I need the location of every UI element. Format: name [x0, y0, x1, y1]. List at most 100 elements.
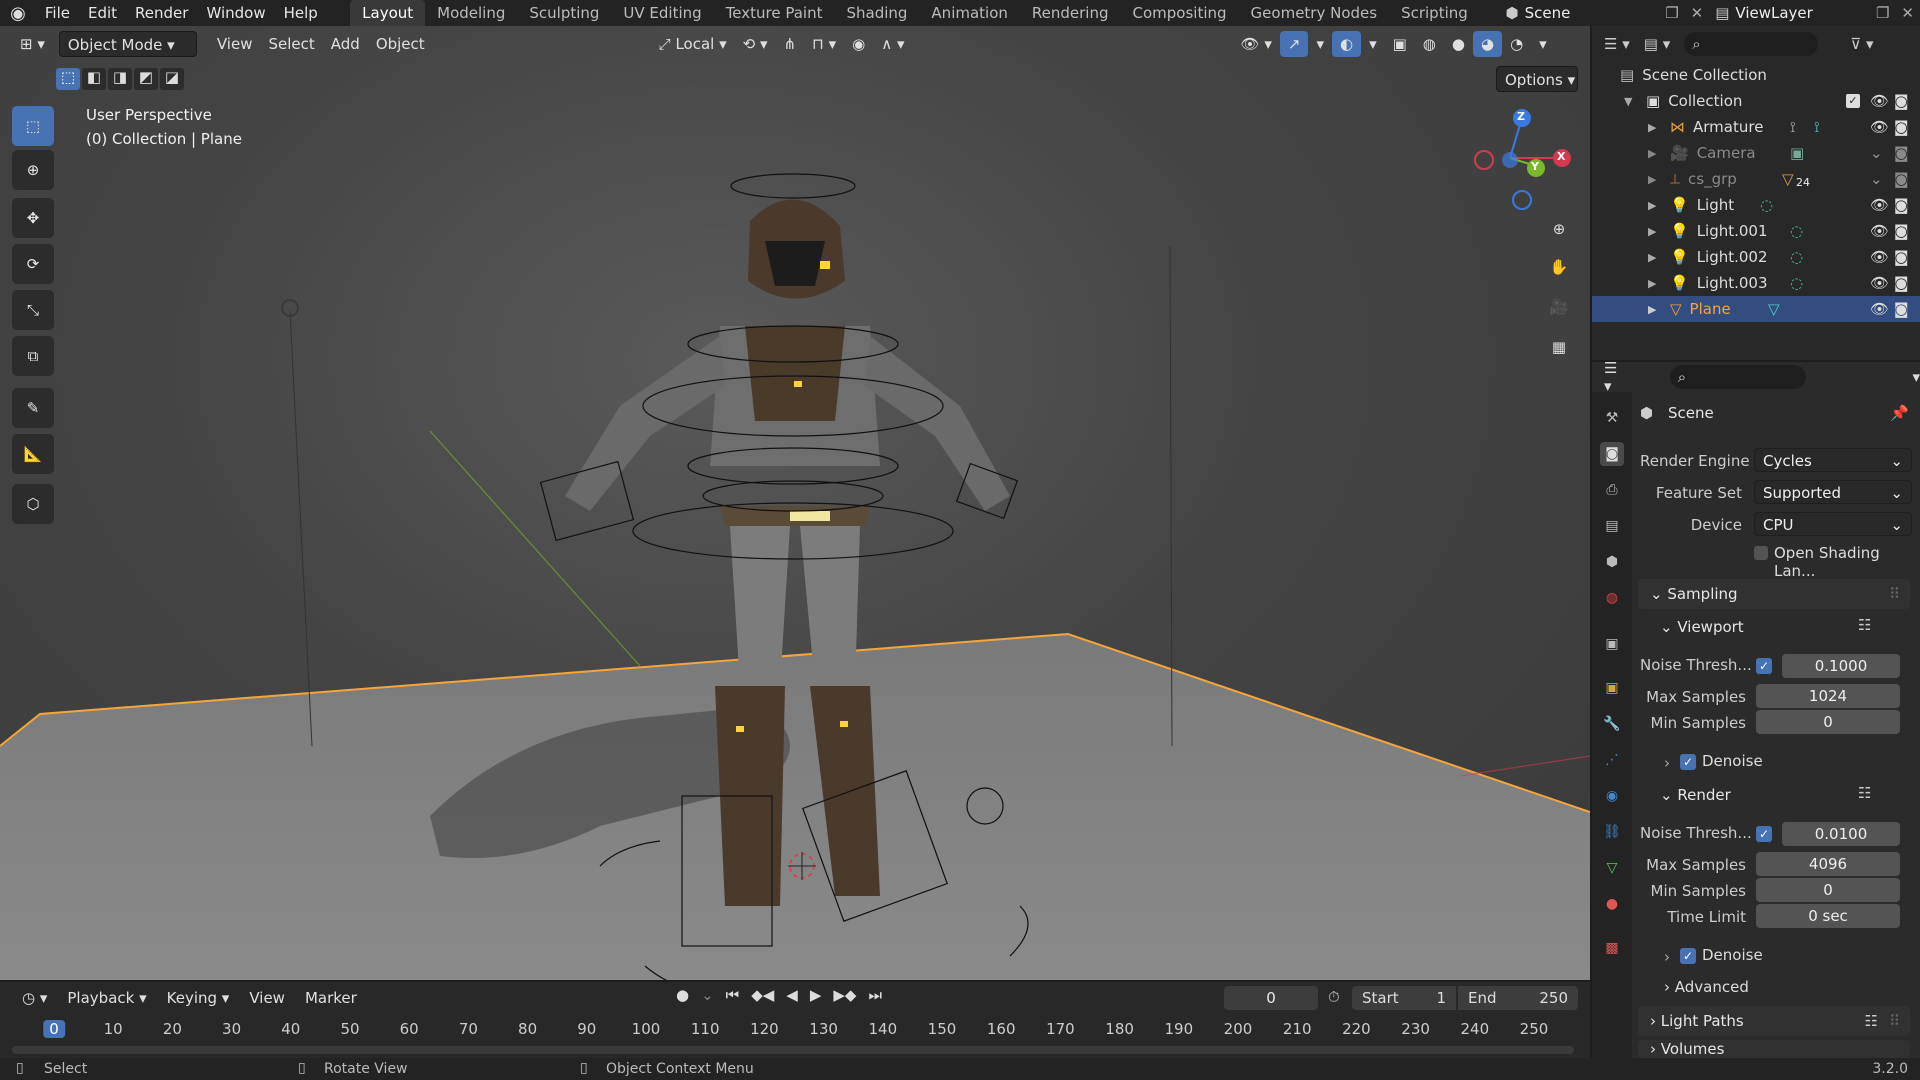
3d-viewport[interactable]: Z X Y User Perspective (0) Collection | … [0, 26, 1590, 980]
pin-icon[interactable]: 📌 [1890, 404, 1909, 422]
display-mode-icon[interactable]: ▤ ▾ [1644, 35, 1670, 53]
tab-shading[interactable]: Shading [834, 0, 919, 26]
add-cube-tool[interactable]: ⬡ [12, 484, 54, 524]
modifier-tab-icon[interactable]: 🔧 [1600, 712, 1624, 736]
render-icon[interactable]: ◙ [1894, 222, 1909, 240]
mode-selector[interactable]: Object Mode ▾ [58, 31, 197, 57]
shading-rendered-icon[interactable]: ◔ [1502, 31, 1531, 57]
gizmo-toggle-icon[interactable]: ↗ [1279, 31, 1309, 57]
vp-max-field[interactable]: 1024 [1756, 684, 1900, 708]
select-intersect-icon[interactable]: ◪ [160, 68, 184, 90]
texture-tab-icon[interactable]: ▩ [1600, 936, 1624, 960]
menu-file[interactable]: File [36, 4, 79, 22]
advanced-subpanel-header[interactable]: › Advanced [1664, 978, 1749, 996]
pivot-point-icon[interactable]: ⟲ ▾ [735, 31, 776, 57]
shading-solid-icon[interactable]: ● [1444, 31, 1473, 57]
vp-noise-field[interactable]: 0.1000 [1782, 654, 1900, 678]
vp-denoise-checkbox[interactable]: ✓ [1680, 754, 1696, 770]
particles-tab-icon[interactable]: ⋰ [1600, 748, 1624, 772]
expand-arrow-icon[interactable]: ▶ [1648, 277, 1662, 290]
render-icon[interactable]: ◙ [1894, 248, 1909, 266]
current-frame-field[interactable]: 0 [1224, 986, 1318, 1010]
tab-layout[interactable]: Layout [350, 0, 426, 26]
shading-wireframe-icon[interactable]: ◍ [1415, 31, 1444, 57]
scale-tool[interactable]: ⤡ [12, 290, 54, 330]
scene-tab-icon[interactable]: ⬢ [1600, 550, 1624, 574]
expand-arrow-icon[interactable]: ▶ [1648, 199, 1662, 212]
time-limit-field[interactable]: 0 sec [1756, 904, 1900, 928]
zoom-button[interactable]: ⊕ [1542, 212, 1576, 246]
chevron-right-icon[interactable]: › [1664, 948, 1670, 966]
outliner-item-plane[interactable]: ▶ ▽ Plane ▽ 👁 ◙ [1592, 296, 1920, 322]
transform-orientation-selector[interactable]: ⤢ Local ▾ [651, 31, 735, 57]
new-view-layer-icon[interactable]: ❐ [1870, 4, 1895, 22]
shading-material-icon[interactable]: ◕ [1472, 31, 1503, 57]
properties-editor-icon[interactable]: ☰ ▾ [1604, 359, 1628, 395]
play-reverse-icon[interactable]: ◀ [786, 986, 798, 1004]
rotate-tool[interactable]: ⟳ [12, 244, 54, 284]
render-engine-dropdown[interactable]: Cycles ⌄ [1754, 448, 1912, 472]
gizmo-z-label[interactable]: Z [1517, 110, 1525, 123]
eye-icon[interactable]: 👁 [1870, 248, 1889, 266]
collection-tab-icon[interactable]: ▣ [1600, 632, 1624, 656]
annotate-tool[interactable]: ✎ [12, 388, 54, 428]
tab-modeling[interactable]: Modeling [425, 0, 517, 26]
world-tab-icon[interactable]: ◍ [1600, 586, 1624, 610]
expand-arrow-icon[interactable]: ▶ [1648, 147, 1662, 160]
xray-icon[interactable]: ▣ [1385, 31, 1415, 57]
timeline-editor-icon[interactable]: ◷ ▾ [14, 985, 55, 1011]
physics-tab-icon[interactable]: ◉ [1600, 784, 1624, 808]
eye-icon[interactable]: 👁 [1870, 300, 1889, 318]
outliner-search-input[interactable]: ⌕ [1684, 32, 1819, 56]
render-icon[interactable]: ◙ [1894, 144, 1909, 162]
menu-marker[interactable]: Marker [297, 985, 365, 1011]
blender-logo-icon[interactable]: ◉ [0, 3, 36, 24]
data-tab-icon[interactable]: ▽ [1600, 856, 1624, 880]
eye-icon[interactable]: 👁 [1870, 196, 1889, 214]
tab-animation[interactable]: Animation [919, 0, 1019, 26]
prev-keyframe-icon[interactable]: ◆◀ [751, 986, 774, 1004]
expand-arrow-icon[interactable]: ▼ [1624, 95, 1638, 108]
vp-noise-checkbox[interactable]: ✓ [1756, 658, 1772, 674]
current-frame-marker[interactable]: 0 [43, 1020, 65, 1038]
menu-select[interactable]: Select [260, 31, 322, 57]
menu-render[interactable]: Render [126, 4, 197, 22]
tool-tab-icon[interactable]: ⚒ [1600, 406, 1624, 430]
start-frame-field[interactable]: Start 1 [1352, 986, 1456, 1010]
expand-arrow-icon[interactable]: ▶ [1648, 251, 1662, 264]
frame-ruler[interactable]: 0 10 20 30 40 50 60 70 80 90 100 110 120 130 140 150 160… [0, 1016, 1590, 1044]
expand-arrow-icon[interactable]: ▶ [1648, 121, 1662, 134]
scene-name-field[interactable]: Scene [1525, 4, 1660, 22]
volumes-panel-header[interactable]: › Volumes [1638, 1040, 1910, 1058]
drag-handle-icon[interactable]: ⠿ [1889, 579, 1900, 609]
timeline-scrollbar[interactable] [12, 1046, 1574, 1054]
tab-compositing[interactable]: Compositing [1121, 0, 1239, 26]
record-icon[interactable]: ● [676, 986, 689, 1004]
overlay-dropdown-icon[interactable]: ▾ [1361, 31, 1385, 57]
menu-playback[interactable]: Playback ▾ [59, 985, 154, 1011]
view-layer-field[interactable]: ViewLayer [1735, 4, 1870, 22]
object-tab-icon[interactable]: ▣ [1600, 676, 1624, 700]
menu-timeline-view[interactable]: View [241, 985, 293, 1011]
exclude-checkbox[interactable]: ✓ [1846, 94, 1860, 108]
drag-handle-icon[interactable]: ⠿ [1889, 1006, 1900, 1036]
select-subtract-icon[interactable]: ◨ [108, 68, 132, 90]
tab-uv-editing[interactable]: UV Editing [611, 0, 713, 26]
render-icon[interactable]: ◙ [1894, 274, 1909, 292]
ortho-toggle-button[interactable]: ▦ [1542, 330, 1576, 364]
menu-edit[interactable]: Edit [79, 4, 126, 22]
outliner-item-light-002[interactable]: ▶ 💡 Light.002 ◌ 👁 ◙ [1592, 244, 1920, 270]
select-new-icon[interactable]: ⬚ [56, 68, 80, 90]
menu-view[interactable]: View [209, 31, 261, 57]
stopwatch-icon[interactable]: ⏱ [1328, 988, 1340, 1006]
jump-end-icon[interactable]: ⏭ [868, 986, 882, 1004]
outliner-item-armature[interactable]: ▶ ⋈ Armature ⟟ ⟟ 👁 ◙ [1592, 114, 1920, 140]
options-dropdown[interactable]: Options ▾ [1496, 66, 1578, 92]
gizmo-dropdown-icon[interactable]: ▾ [1308, 31, 1332, 57]
snap-icon[interactable]: ⋔ [776, 31, 805, 57]
shading-dropdown-icon[interactable]: ▾ [1531, 31, 1555, 57]
scene-icon[interactable]: ⬢ [1500, 4, 1525, 22]
eye-icon[interactable]: 👁 [1870, 222, 1889, 240]
visibility-icon[interactable]: 👁 ▾ [1233, 31, 1280, 57]
render-tab-icon[interactable]: ◙ [1600, 442, 1624, 466]
